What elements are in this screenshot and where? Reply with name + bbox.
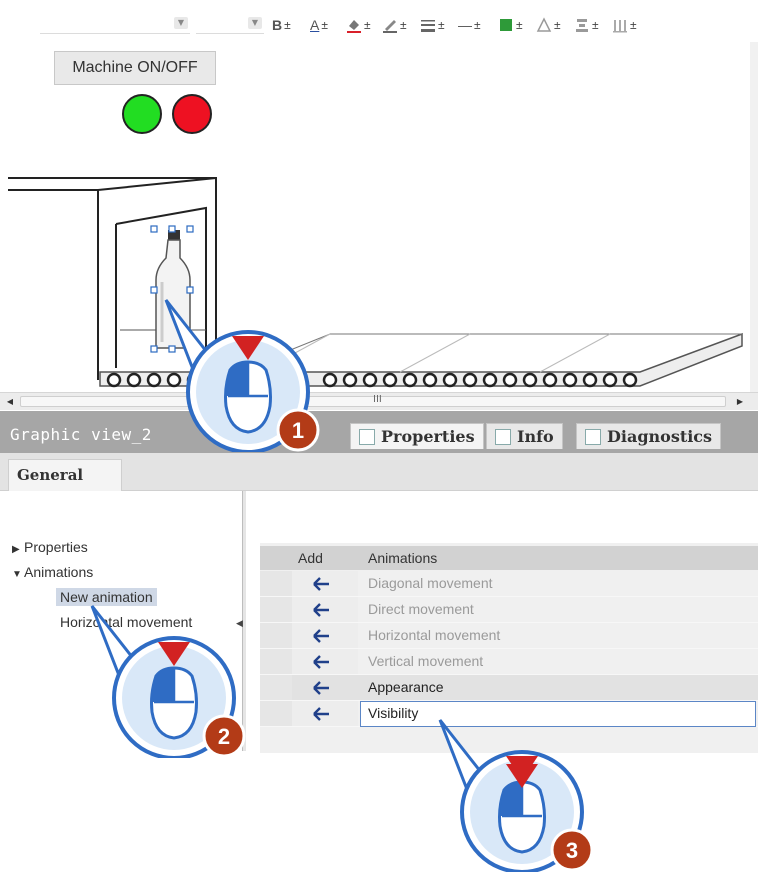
fill-pattern-button[interactable]: ±	[498, 16, 523, 34]
vertical-scrollbar[interactable]	[750, 42, 758, 394]
lamp-off-indicator	[172, 94, 212, 134]
view-title: Graphic view_2	[10, 425, 152, 444]
table-row-vertical-movement[interactable]: Vertical movement	[260, 649, 758, 675]
table-row-diagonal-movement[interactable]: Diagonal movement	[260, 571, 758, 597]
add-arrow-icon[interactable]	[312, 601, 330, 619]
horizontal-scrollbar[interactable]: ◀ III ▶	[0, 392, 758, 410]
click-callout-2: 2	[90, 604, 246, 758]
svg-text:3: 3	[566, 838, 578, 863]
svg-text:1: 1	[292, 418, 304, 443]
size-button[interactable]: ±	[612, 16, 637, 34]
line-weight-button[interactable]: ±	[420, 16, 445, 34]
fill-color-button[interactable]: ±	[346, 16, 371, 34]
diagnostics-icon	[585, 428, 601, 445]
chevron-down-icon[interactable]: ▼	[174, 17, 188, 29]
tab-info[interactable]: Info	[486, 423, 563, 449]
general-tab-bar: General	[0, 453, 758, 492]
align-button[interactable]: ±	[536, 16, 561, 34]
pen-icon	[383, 20, 397, 33]
table-row-direct-movement[interactable]: Direct movement	[260, 597, 758, 623]
text-color-button[interactable]: A ±	[310, 16, 328, 34]
chevron-right-icon[interactable]: ▶	[12, 544, 24, 555]
add-arrow-icon[interactable]	[312, 627, 330, 645]
bold-icon: B	[272, 17, 283, 33]
info-icon	[495, 428, 511, 445]
machine-on-off-button[interactable]: Machine ON/OFF	[54, 51, 216, 85]
bold-button[interactable]: B ±	[272, 16, 291, 34]
tab-properties[interactable]: Properties	[350, 423, 484, 449]
tab-general[interactable]: General	[8, 459, 122, 492]
scroll-right-arrow[interactable]: ▶	[734, 396, 746, 407]
table-header: Add Animations	[260, 546, 758, 570]
align-icon	[536, 17, 552, 32]
line-style-button[interactable]: — ±	[458, 16, 481, 34]
click-callout-1: 1	[164, 298, 320, 452]
properties-icon	[359, 428, 375, 445]
add-arrow-icon[interactable]	[312, 679, 330, 697]
tree-item-animations[interactable]: ▼ Animations	[12, 564, 93, 580]
lamp-on-indicator	[122, 94, 162, 134]
column-add: Add	[298, 550, 323, 566]
add-arrow-icon[interactable]	[312, 575, 330, 593]
distribute-icon	[576, 19, 588, 32]
line-solid-icon: —	[458, 17, 472, 33]
click-callout-3: 3	[438, 718, 594, 872]
scroll-left-arrow[interactable]: ◀	[4, 396, 16, 407]
inspector-header: Graphic view_2 Properties Info Diagnosti…	[0, 411, 758, 453]
chevron-down-icon[interactable]: ▼	[12, 569, 24, 580]
add-arrow-icon[interactable]	[312, 705, 330, 723]
text-color-icon: A	[310, 17, 320, 33]
scroll-thumb[interactable]: III	[20, 394, 726, 407]
tab-diagnostics[interactable]: Diagnostics	[576, 423, 722, 449]
table-row-appearance[interactable]: Appearance	[260, 675, 758, 701]
machine-drawing	[8, 177, 743, 388]
add-arrow-icon[interactable]	[312, 653, 330, 671]
font-family-combo[interactable]: ▼	[40, 14, 190, 34]
paint-bucket-icon	[347, 20, 361, 33]
line-weight-icon	[421, 20, 435, 32]
column-animations: Animations	[368, 550, 438, 566]
fill-pattern-icon	[500, 19, 512, 31]
format-toolbar: ▼ ▼ B ± A ± ± ± ± — ± ± ± ± ±	[0, 0, 758, 42]
chevron-down-icon[interactable]: ▼	[248, 17, 262, 29]
svg-text:2: 2	[218, 724, 230, 749]
graphic-canvas[interactable]: Machine ON/OFF	[0, 42, 752, 394]
line-color-button[interactable]: ±	[382, 16, 407, 34]
font-size-combo[interactable]: ▼	[196, 14, 264, 34]
distribute-button[interactable]: ±	[574, 16, 599, 34]
table-row-horizontal-movement[interactable]: Horizontal movement	[260, 623, 758, 649]
tree-item-properties[interactable]: ▶ Properties	[12, 539, 88, 555]
size-icon	[613, 20, 627, 33]
